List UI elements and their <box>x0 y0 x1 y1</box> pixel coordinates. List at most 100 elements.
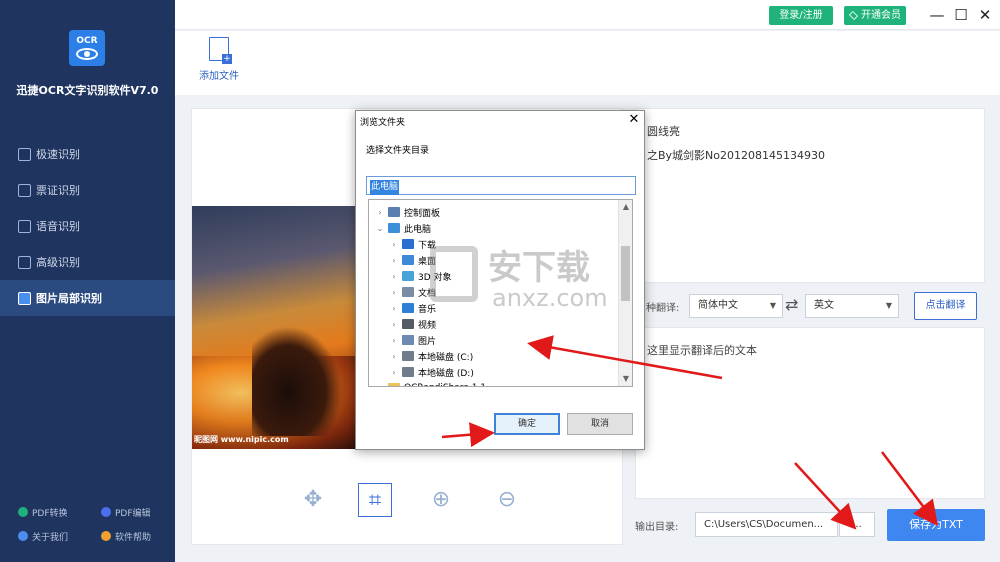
tree-item[interactable]: › OCRandiShare 1.1 <box>375 380 486 387</box>
chevron-right-icon[interactable]: › <box>375 384 385 387</box>
link-dot-icon <box>18 507 28 517</box>
tree-item-label: 桌面 <box>418 256 437 267</box>
tree-item[interactable]: › 本地磁盘 (C:) <box>389 348 473 364</box>
chevron-right-icon[interactable]: › <box>389 272 399 281</box>
source-language-select[interactable]: 简体中文 ▼ <box>689 294 783 318</box>
add-file-icon <box>209 37 232 64</box>
zoom-out-icon[interactable]: ⊖ <box>490 483 524 517</box>
output-path-field[interactable]: C:\Users\CS\Documen... <box>695 512 838 537</box>
tree-item-label: 图片 <box>418 336 437 347</box>
microphone-icon <box>18 219 31 233</box>
translate-button[interactable]: 点击翻译 <box>914 292 977 320</box>
vip-button[interactable]: 开通会员 <box>844 6 906 25</box>
sidebar-bottom-links: PDF转换 PDF编辑关于我们 软件帮助 <box>0 500 175 548</box>
translate-label: 种翻译: <box>646 303 680 314</box>
chevron-right-icon[interactable]: › <box>389 368 399 377</box>
tree-item-label: 文档 <box>418 288 437 299</box>
link-dot-icon <box>101 531 111 541</box>
sidebar-item-2[interactable]: 语音识别 <box>0 208 175 244</box>
tree-item-label: 下载 <box>418 240 437 251</box>
tree-item[interactable]: › 桌面 <box>389 252 436 268</box>
folder-tree: ▲ ▼ › 控制面板 ⌄ 此电脑 › 下载 › 桌面 › 3D 对象 › 文档 › 音乐 › 视频 › 图片 › 本地… <box>368 199 633 387</box>
download-icon <box>402 239 414 249</box>
dialog-description: 选择文件夹目录 <box>366 146 430 156</box>
sidebar-item-3[interactable]: 高级识别 <box>0 244 175 280</box>
sidebar-link-label: 软件帮助 <box>115 532 152 543</box>
chevron-down-icon[interactable]: ⌄ <box>375 224 385 233</box>
sidebar-link-row: 关于我们 软件帮助 <box>0 524 175 548</box>
sidebar-link-0[interactable]: PDF转换 <box>0 506 87 519</box>
link-dot-icon <box>101 507 111 517</box>
chevron-right-icon[interactable]: › <box>389 320 399 329</box>
sidebar-item-4[interactable]: 图片局部识别 <box>0 280 175 316</box>
chevron-right-icon[interactable]: › <box>389 336 399 345</box>
swap-language-icon[interactable]: ⇄ <box>785 295 798 314</box>
pictures-icon <box>402 335 414 345</box>
sidebar-nav: 极速识别票证识别语音识别高级识别图片局部识别 <box>0 136 175 316</box>
maximize-button[interactable]: ☐ <box>951 5 971 25</box>
diamond-icon <box>848 10 859 21</box>
folder-icon <box>388 383 400 386</box>
browse-folder-dialog: 浏览文件夹 ✕ 选择文件夹目录 此电脑 ▲ ▼ › 控制面板 ⌄ 此电脑 › 下载 › 桌面 ›… <box>355 110 645 450</box>
chevron-right-icon[interactable]: › <box>389 352 399 361</box>
sidebar-item-0[interactable]: 极速识别 <box>0 136 175 172</box>
link-dot-icon <box>18 531 28 541</box>
move-icon[interactable]: ✥ <box>296 483 330 517</box>
folder-path-input[interactable]: 此电脑 <box>366 176 636 195</box>
tree-item[interactable]: › 控制面板 <box>375 204 440 220</box>
chevron-right-icon[interactable]: › <box>389 256 399 265</box>
chevron-right-icon[interactable]: › <box>375 208 385 217</box>
result-line-2: 之By城剑影No201208145134930 <box>647 149 825 162</box>
dialog-close-icon[interactable]: ✕ <box>626 112 642 128</box>
sidebar-link-3[interactable]: 软件帮助 <box>87 530 174 543</box>
image-credit: 昵图网 www.nipic.com <box>194 435 289 444</box>
sidebar-link-2[interactable]: 关于我们 <box>0 530 87 543</box>
eye-icon <box>76 48 98 60</box>
target-language-select[interactable]: 英文 ▼ <box>805 294 899 318</box>
video-icon <box>402 319 414 329</box>
tree-item[interactable]: › 音乐 <box>389 300 436 316</box>
scroll-up-icon[interactable]: ▲ <box>621 202 631 211</box>
login-register-button[interactable]: 登录/注册 <box>769 6 833 25</box>
sidebar-link-label: PDF编辑 <box>115 508 151 519</box>
scroll-thumb[interactable] <box>621 246 630 301</box>
chevron-right-icon[interactable]: › <box>389 288 399 297</box>
sidebar-item-label: 极速识别 <box>36 148 80 161</box>
minimize-button[interactable]: — <box>927 5 947 25</box>
tree-item-label: 音乐 <box>418 304 437 315</box>
recognition-result-panel[interactable]: 圆线亮 之By城剑影No201208145134930 <box>635 108 985 283</box>
tree-item[interactable]: ⌄ 此电脑 <box>375 220 431 236</box>
scroll-down-icon[interactable]: ▼ <box>621 374 631 383</box>
sidebar-item-label: 图片局部识别 <box>36 292 102 305</box>
tree-item[interactable]: › 图片 <box>389 332 436 348</box>
sidebar-link-label: 关于我们 <box>32 532 69 543</box>
preview-image: 昵图网 www.nipic.com <box>192 206 356 449</box>
toolbar: 添加文件 <box>175 31 1000 95</box>
tree-item[interactable]: › 下载 <box>389 236 436 252</box>
sidebar-item-label: 语音识别 <box>36 220 80 233</box>
cancel-button[interactable]: 取消 <box>567 413 633 435</box>
vip-label: 开通会员 <box>861 10 901 21</box>
add-file-button[interactable]: 添加文件 <box>197 37 241 82</box>
chevron-right-icon[interactable]: › <box>389 304 399 313</box>
translation-panel[interactable]: 这里显示翻译后的文本 <box>635 327 985 499</box>
browse-button[interactable]: ... <box>839 512 875 537</box>
tree-item[interactable]: › 3D 对象 <box>389 268 452 284</box>
dialog-title: 浏览文件夹 <box>360 118 406 128</box>
chevron-right-icon[interactable]: › <box>389 240 399 249</box>
save-txt-button[interactable]: 保存为TXT <box>887 509 985 541</box>
sidebar-item-1[interactable]: 票证识别 <box>0 172 175 208</box>
tree-item[interactable]: › 本地磁盘 (D:) <box>389 364 474 380</box>
scan-icon <box>18 255 31 269</box>
crop-icon[interactable]: ⌗ <box>358 483 392 517</box>
ok-button[interactable]: 确定 <box>494 413 560 435</box>
logo-text: OCR <box>76 36 98 46</box>
sidebar-item-label: 高级识别 <box>36 256 80 269</box>
tree-item[interactable]: › 文档 <box>389 284 436 300</box>
tree-item[interactable]: › 视频 <box>389 316 436 332</box>
sidebar-link-1[interactable]: PDF编辑 <box>87 506 174 519</box>
tree-scrollbar[interactable]: ▲ ▼ <box>618 200 632 386</box>
close-button[interactable]: ✕ <box>975 5 995 25</box>
zoom-in-icon[interactable]: ⊕ <box>424 483 458 517</box>
tree-item-label: 视频 <box>418 320 437 331</box>
